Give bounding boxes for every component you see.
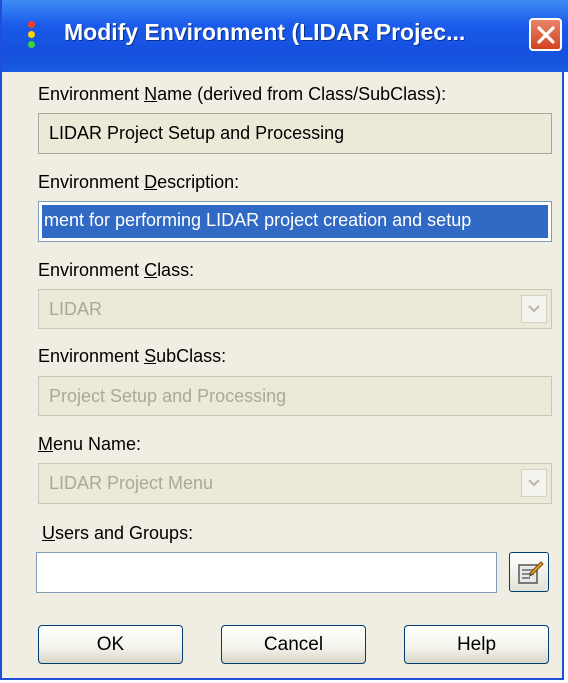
env-class-dropdown-arrow[interactable] — [521, 295, 547, 323]
chevron-down-icon — [528, 305, 540, 313]
traffic-light-icon — [28, 21, 36, 51]
env-subclass-label: Environment SubClass: — [38, 346, 227, 366]
close-icon — [537, 26, 555, 44]
close-button[interactable] — [529, 18, 562, 51]
menu-name-value: LIDAR Project Menu — [49, 473, 214, 493]
chevron-down-icon — [528, 479, 540, 487]
env-subclass-field: Project Setup and Processing — [38, 376, 552, 416]
dialog-window: Modify Environment (LIDAR Projec... Envi… — [0, 0, 568, 680]
env-name-field: LIDAR Project Setup and Processing — [38, 113, 552, 154]
env-description-input[interactable]: ment for performing LIDAR project creati… — [38, 201, 552, 242]
env-class-label: Environment Class: — [38, 260, 195, 280]
menu-name-dropdown[interactable]: LIDAR Project Menu — [38, 463, 552, 504]
browse-users-button[interactable] — [509, 552, 549, 592]
env-class-dropdown[interactable]: LIDAR — [38, 289, 552, 329]
menu-name-dropdown-arrow[interactable] — [521, 469, 547, 497]
ok-button[interactable]: OK — [38, 625, 183, 664]
help-button[interactable]: Help — [404, 625, 549, 664]
menu-name-label: Menu Name: — [38, 434, 142, 454]
env-name-label: Environment Name (derived from Class/Sub… — [38, 84, 447, 104]
cancel-button[interactable]: Cancel — [221, 625, 366, 664]
env-class-value: LIDAR — [49, 299, 103, 319]
title-bar[interactable]: Modify Environment (LIDAR Projec... — [2, 0, 568, 72]
users-groups-label: Users and Groups: — [42, 523, 194, 543]
env-description-selected-text: ment for performing LIDAR project creati… — [42, 205, 548, 238]
users-groups-input[interactable] — [36, 552, 497, 593]
window-title: Modify Environment (LIDAR Projec... — [64, 19, 466, 45]
env-description-label: Environment Description: — [38, 172, 240, 192]
browse-users-icon — [518, 561, 544, 584]
